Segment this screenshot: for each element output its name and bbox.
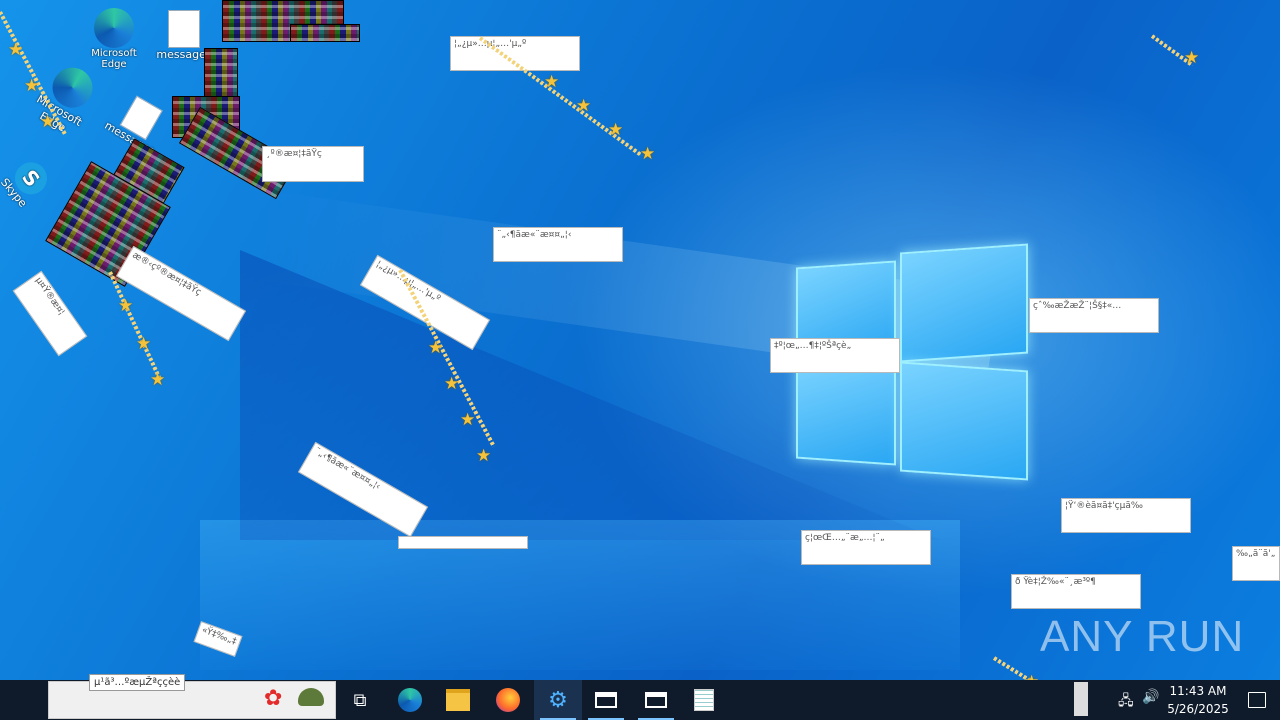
popup-dialog[interactable]: ‡º¦œ„…¶‡¦ºŠªçè„	[770, 338, 900, 373]
popup-dialog[interactable]: ð Ÿè‡¦Ž‰«¨¸æ³º¶	[1011, 574, 1141, 609]
popup-dialog[interactable]: ç¦œŒ…„¨æ„…¦¨„	[801, 530, 931, 565]
task-view-button[interactable]: ⧉	[336, 680, 384, 720]
star-icon: ★	[576, 96, 592, 116]
taskbar-edge-button[interactable]	[386, 680, 434, 720]
tray-overflow-icon[interactable]	[1074, 682, 1088, 716]
star-icon: ★	[544, 72, 560, 92]
star-icon: ★	[40, 112, 56, 132]
popup-dialog[interactable]	[398, 536, 528, 549]
logo-pane	[900, 361, 1028, 481]
star-icon: ★	[460, 410, 476, 430]
clock-date: 5/26/2025	[1167, 702, 1229, 716]
popup-dialog[interactable]: µ¤Ÿ®æ¤¦	[12, 270, 88, 357]
gear-icon: ⚙	[548, 687, 568, 713]
desktop-icon-skype[interactable]: S Skype	[0, 144, 64, 222]
star-icon: ★	[476, 446, 492, 466]
popup-dialog[interactable]: ¦Ÿ‘®èã¤ã‡'çµã‰	[1061, 498, 1191, 533]
clock-time: 11:43 AM	[1169, 684, 1227, 698]
star-icon: ★	[24, 76, 40, 96]
taskbar: µ¹ã³…ºæµŽªççèè ✿ ⧉ ⚙ 🖧 🔊 11:43 AM 5/26/2…	[0, 674, 1280, 720]
desktop-icon-label: Microsoft Edge	[91, 48, 137, 70]
anyrun-watermark: ANY RUN	[1040, 612, 1245, 661]
popup-dialog[interactable]: çˆ‰æŽæŽ¨¦Š§‡«…	[1029, 298, 1159, 333]
volume-icon[interactable]: 🔊	[1142, 689, 1159, 705]
flower-icon: ✿	[264, 686, 283, 711]
popup-dialog[interactable]: ‰„ã¨ã'„	[1232, 546, 1280, 581]
window-icon	[645, 692, 667, 708]
notification-icon	[1248, 692, 1266, 708]
edge-icon	[398, 688, 422, 712]
logo-pane	[900, 243, 1028, 363]
star-icon: ★	[136, 334, 152, 354]
glitch-artifact	[290, 24, 360, 42]
poppy-sticker: ✿	[264, 684, 328, 716]
folder-icon	[446, 689, 470, 711]
star-icon: ★	[118, 296, 134, 316]
taskbar-settings-button[interactable]: ⚙	[534, 680, 582, 720]
star-icon: ★	[428, 338, 444, 358]
edge-icon	[94, 8, 134, 48]
star-icon: ★	[150, 370, 166, 390]
system-clock[interactable]: 11:43 AM 5/26/2025	[1162, 680, 1234, 720]
logo-pane	[796, 362, 896, 466]
star-icon: ★	[608, 120, 624, 140]
window-icon	[595, 692, 617, 708]
taskbar-window-button-2[interactable]	[632, 680, 680, 720]
firefox-icon	[496, 688, 520, 712]
document-icon	[168, 10, 200, 48]
taskbar-window-button-1[interactable]	[582, 680, 630, 720]
desktop-icon-edge[interactable]: Microsoft Edge	[82, 8, 146, 70]
star-icon: ★	[444, 374, 460, 394]
taskbar-firefox-button[interactable]	[484, 680, 532, 720]
glitch-artifact	[204, 48, 238, 100]
popup-dialog[interactable]: ¸º®æ¤¦‡ãŸç	[262, 146, 364, 182]
popup-dialog[interactable]: ¨„‹¶ãæ«¨æ¤¤„¦‹	[493, 227, 623, 262]
action-center-button[interactable]	[1234, 680, 1280, 720]
star-icon: ★	[640, 144, 656, 164]
search-text: µ¹ã³…ºæµŽªççèè	[89, 674, 186, 691]
star-icon: ★	[8, 40, 24, 60]
helmet-icon	[298, 688, 324, 706]
task-view-icon: ⧉	[353, 689, 367, 711]
taskbar-file-explorer-button[interactable]	[434, 680, 482, 720]
notepad-icon	[694, 689, 714, 711]
desktop-background: Microsoft Edge messages Microsoft Edge m…	[0, 0, 1280, 680]
network-icon[interactable]: 🖧	[1118, 690, 1134, 714]
star-icon: ★	[1184, 48, 1200, 68]
taskbar-notepad-button[interactable]	[680, 680, 728, 720]
